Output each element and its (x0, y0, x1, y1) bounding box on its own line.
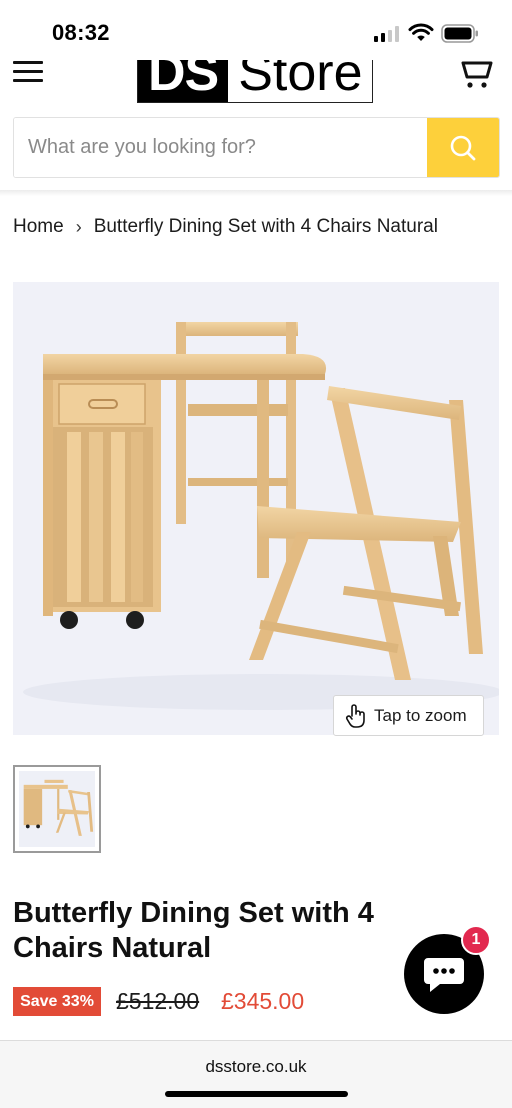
tap-to-zoom-label: Tap to zoom (374, 705, 467, 725)
home-indicator[interactable] (165, 1091, 348, 1097)
logo-ds-text: DS (138, 60, 229, 102)
cellular-signal-icon (374, 26, 402, 42)
wifi-icon (408, 23, 434, 41)
product-thumbnail[interactable] (13, 765, 101, 853)
search-bar (13, 117, 500, 178)
status-time: 08:32 (52, 20, 110, 45)
product-photo-illustration (23, 322, 499, 710)
menu-icon[interactable] (13, 61, 43, 83)
status-bar: 08:32 (0, 0, 512, 60)
product-title: Butterfly Dining Set with 4 Chairs Natur… (13, 897, 374, 964)
chat-icon (424, 958, 464, 992)
browser-url: dsstore.co.uk (205, 1057, 307, 1076)
browser-address-bar[interactable]: dsstore.co.uk (0, 1040, 512, 1108)
thumbnail-image (19, 771, 95, 847)
save-badge: Save 33% (13, 987, 101, 1016)
search-input[interactable] (14, 118, 427, 177)
logo-store-text: Store (238, 60, 363, 102)
breadcrumb-current: Butterfly Dining Set with 4 Chairs Natur… (93, 216, 438, 237)
tap-to-zoom-button[interactable]: Tap to zoom (333, 695, 484, 736)
product-main-image[interactable] (13, 282, 499, 735)
breadcrumb-separator: › (75, 216, 82, 237)
store-logo[interactable]: DS Store (137, 60, 373, 103)
compare-at-price: £512.00 (116, 988, 200, 1014)
breadcrumb-home-link[interactable]: Home (13, 216, 64, 238)
breadcrumb: Home › Butterfly Dining Set with 4 Chair… (13, 216, 438, 238)
thumbnail-illustration (23, 779, 94, 836)
search-button[interactable] (427, 118, 499, 177)
hand-pointer-icon (345, 703, 365, 728)
battery-icon (441, 24, 478, 43)
cart-icon[interactable] (460, 58, 494, 90)
sale-price: £345.00 (221, 988, 305, 1014)
chat-notification-badge: 1 (461, 925, 491, 955)
header-divider (0, 190, 512, 196)
search-icon (450, 135, 476, 160)
